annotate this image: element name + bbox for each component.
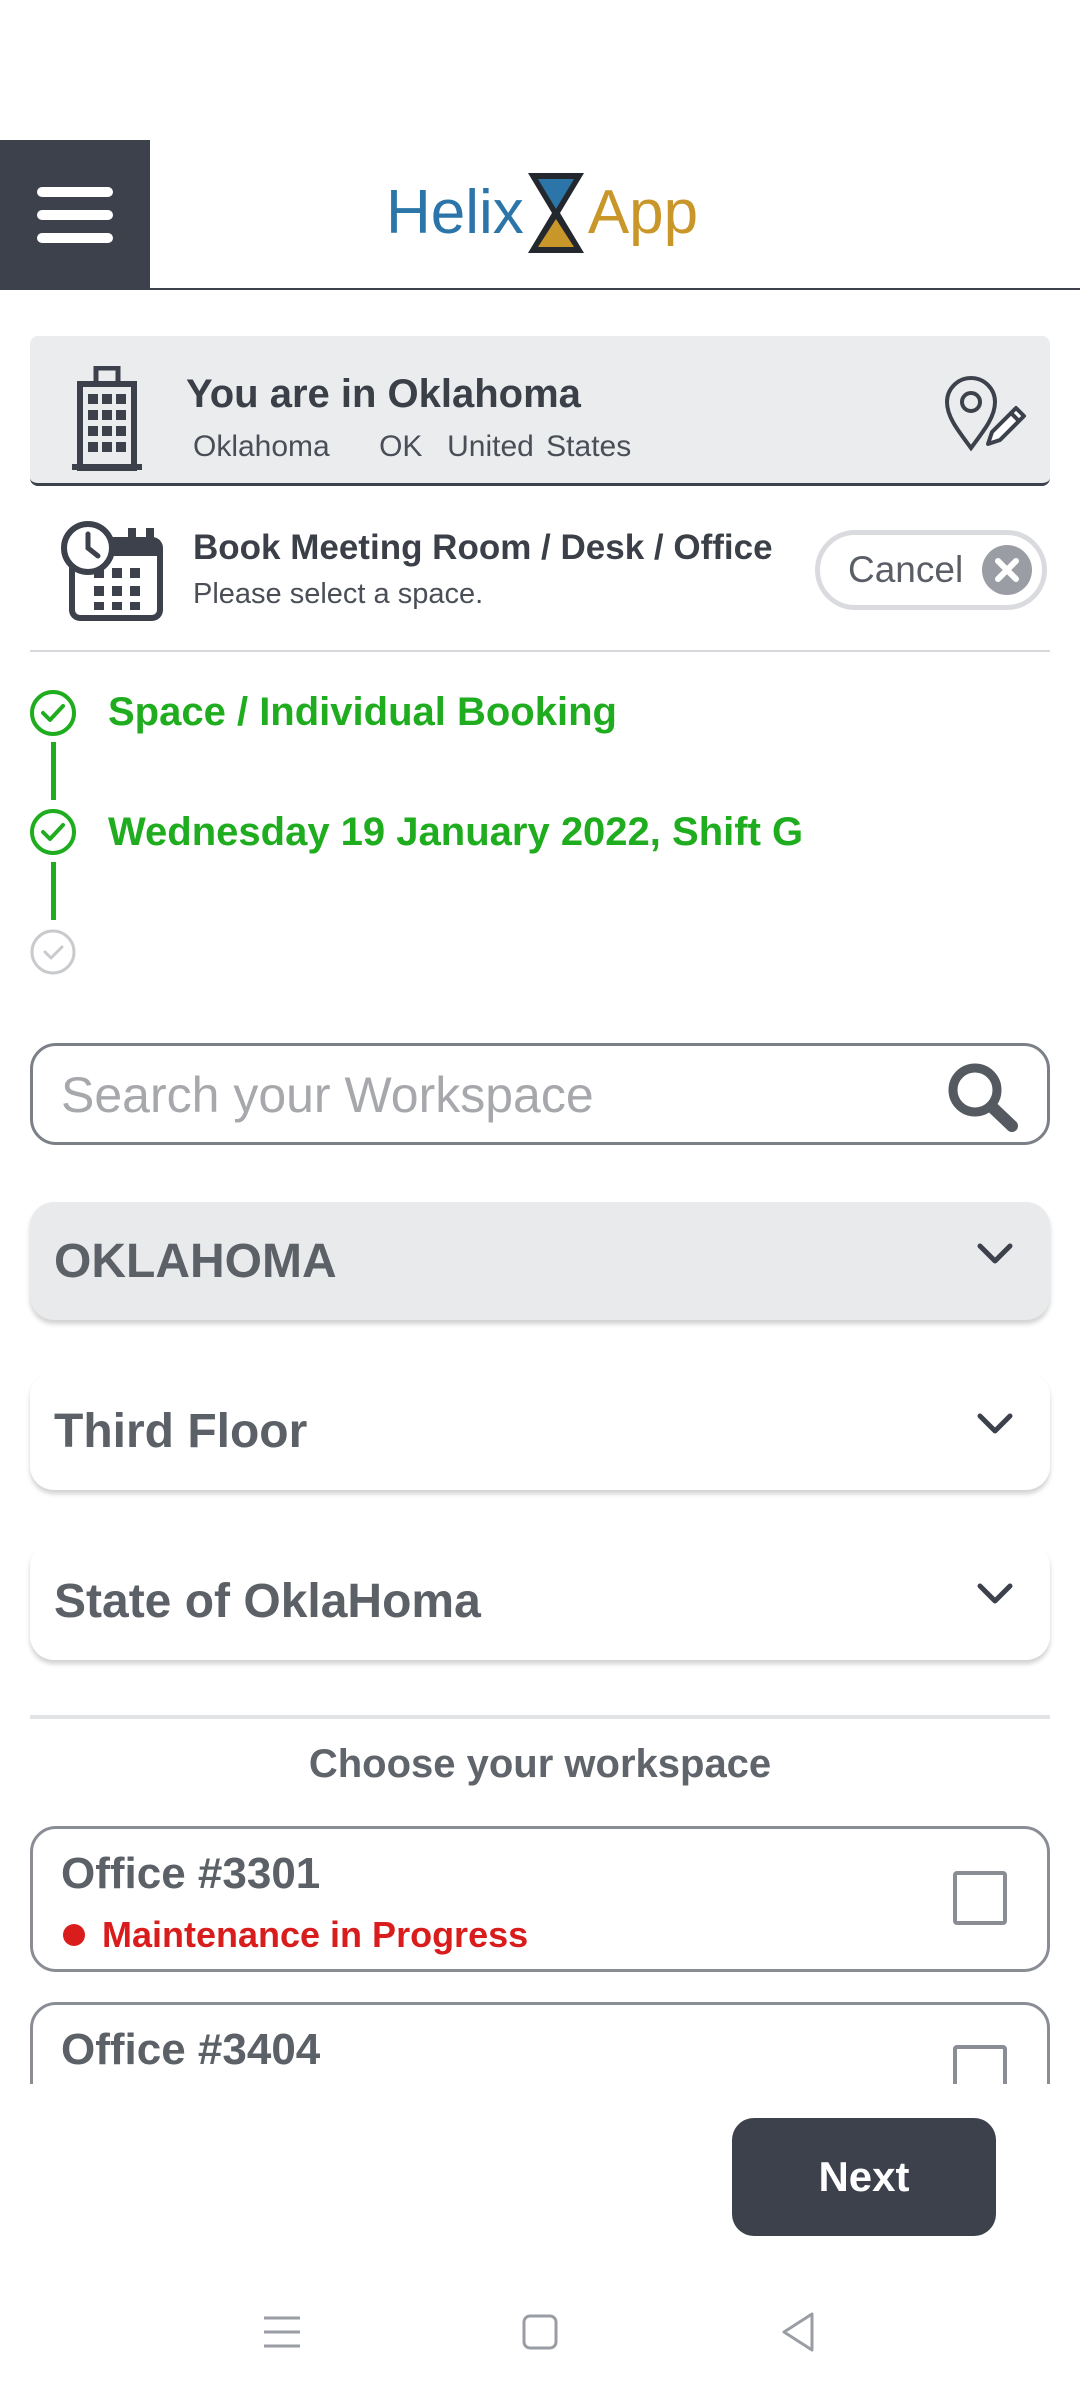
hamburger-menu-icon	[37, 187, 113, 243]
back-icon[interactable]	[778, 2310, 818, 2354]
close-icon	[982, 545, 1032, 595]
location-state: OK	[379, 430, 423, 463]
workspace-checkbox[interactable]	[953, 2045, 1007, 2084]
next-button[interactable]: Next	[732, 2118, 996, 2236]
menu-button[interactable]	[0, 140, 150, 290]
step-pending-icon	[30, 929, 76, 975]
step-check-icon	[30, 809, 76, 855]
workspace-name: Office #3404	[61, 2025, 321, 2074]
building-icon	[72, 366, 142, 471]
logo-text-helix: Helix	[386, 178, 524, 247]
search-icon[interactable]	[945, 1060, 1019, 1132]
workspace-checkbox[interactable]	[953, 1871, 1007, 1925]
step-label-space: Space / Individual Booking	[108, 690, 617, 734]
calendar-clock-icon	[61, 521, 163, 621]
chevron-down-icon	[977, 1583, 1013, 1604]
booking-title: Book Meeting Room / Desk / Office	[193, 528, 773, 567]
step-connector	[51, 862, 56, 920]
step-check-icon	[30, 690, 76, 736]
workspace-status-text: Maintenance in Progress	[102, 1914, 529, 1955]
floor-dropdown-value: Third Floor	[54, 1404, 308, 1458]
area-dropdown-value: State of OklaHoma	[54, 1574, 481, 1628]
workspace-status: Maintenance in Progress	[61, 1914, 528, 1956]
system-navigation-bar	[0, 2290, 1080, 2380]
step-label-date: Wednesday 19 January 2022, Shift G	[108, 810, 804, 854]
location-title: You are in Oklahoma	[186, 372, 581, 416]
workspace-item[interactable]: Office #3404	[30, 2002, 1050, 2084]
chevron-down-icon	[977, 1243, 1013, 1264]
cancel-button[interactable]: Cancel	[815, 530, 1047, 610]
search-input[interactable]	[59, 1060, 923, 1130]
booking-subtitle: Please select a space.	[193, 578, 484, 610]
location-dropdown[interactable]: OKLAHOMA	[30, 1202, 1050, 1320]
location-country: United States	[447, 430, 632, 463]
divider	[30, 1715, 1050, 1719]
location-dropdown-value: OKLAHOMA	[54, 1234, 337, 1288]
header-divider	[150, 288, 1080, 290]
app-logo: Helix App	[386, 168, 698, 258]
workspace-list[interactable]: Office #3301 Maintenance in Progress Off…	[30, 1824, 1052, 2084]
workspace-heading: Choose your workspace	[308, 1742, 772, 1786]
step-connector	[51, 742, 56, 800]
recent-apps-icon[interactable]	[262, 2312, 302, 2352]
location-address: Oklahoma OK United States	[193, 430, 631, 464]
divider	[30, 650, 1050, 652]
workspace-item[interactable]: Office #3301 Maintenance in Progress	[30, 1826, 1050, 1972]
home-icon[interactable]	[520, 2312, 560, 2352]
chevron-down-icon	[977, 1413, 1013, 1434]
status-dot-icon	[63, 1924, 85, 1946]
hourglass-logo-icon	[527, 173, 584, 253]
workspace-name: Office #3301	[61, 1849, 321, 1898]
floor-dropdown[interactable]: Third Floor	[30, 1372, 1050, 1490]
location-city: Oklahoma	[193, 430, 330, 463]
search-box[interactable]	[30, 1043, 1050, 1145]
map-pin-edit-icon[interactable]	[944, 374, 1030, 454]
logo-text-app: App	[587, 178, 699, 247]
area-dropdown[interactable]: State of OklaHoma	[30, 1542, 1050, 1660]
cancel-label: Cancel	[848, 549, 964, 590]
